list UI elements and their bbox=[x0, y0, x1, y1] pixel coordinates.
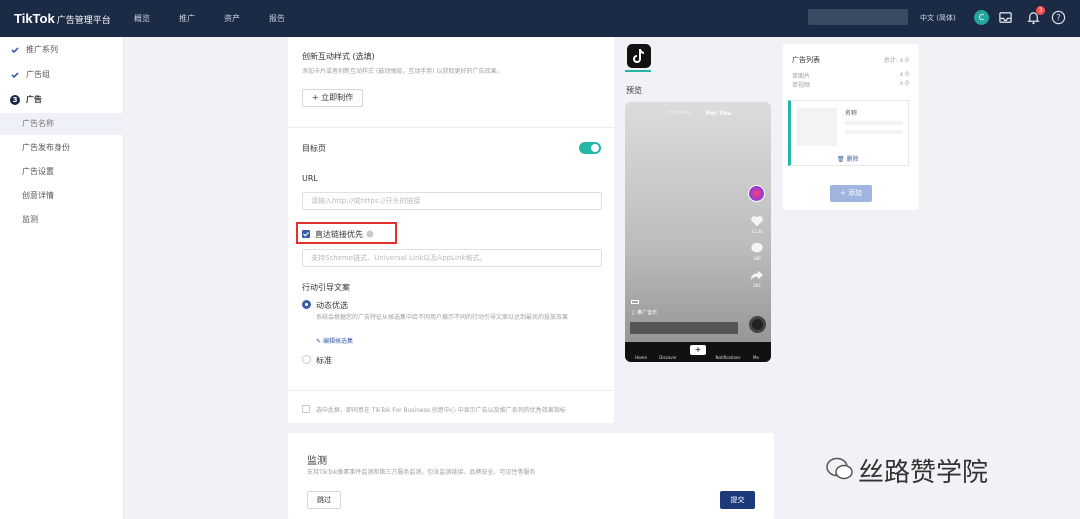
add-ad-button[interactable]: + 添加 bbox=[830, 185, 872, 202]
edit-candidates-link[interactable]: ✎ 编辑候选集 bbox=[316, 336, 353, 345]
interactive-desc: 添加卡片或者创新互动样式 (鼓动弹层，互动手势) 以获取更好的广告效果。 bbox=[302, 68, 503, 75]
interactive-title: 创新互动样式 (选填) bbox=[302, 52, 375, 61]
target-page-label: 目标页 bbox=[302, 144, 326, 153]
monitor-desc: 支持TikTok像素事件监测和第三方服务监测，包含监测链接、品牌安全、可见性等服… bbox=[307, 469, 536, 476]
check-icon bbox=[11, 47, 19, 54]
ad-list-card: 广告列表 总计: x 0 单图片 x 0 单视频 x 0 名称 🗑 删除 + 添… bbox=[783, 44, 919, 210]
language-selector[interactable]: 中文 (简体) bbox=[920, 13, 956, 23]
phone-preview: Following For You 11.2k 186 202 ♫ 推广音乐 H… bbox=[625, 102, 771, 362]
svg-text:?: ? bbox=[1056, 12, 1060, 22]
cta-standard-label: 标准 bbox=[316, 356, 332, 365]
heart-icon[interactable] bbox=[750, 214, 764, 228]
comment-count: 186 bbox=[753, 256, 761, 261]
cta-dynamic-desc: 系统会根据您的广告特征从候选集中给不同用户展示不同的行动引导文案以达到最优的投放… bbox=[316, 314, 569, 321]
card-icon bbox=[631, 300, 639, 304]
placeholder-line bbox=[845, 121, 903, 125]
monitor-title: 监测 bbox=[307, 456, 327, 467]
deeplink-input[interactable]: 支持Scheme链式、Universal Link以及AppLink格式。 bbox=[302, 249, 602, 267]
phone-bottom-nav: Home Discover + Notifications Me bbox=[625, 342, 771, 362]
sidebar-item-ad-settings[interactable]: 广告设置 bbox=[0, 161, 124, 183]
nav-notifications[interactable]: Notifications bbox=[713, 355, 743, 360]
music-disc[interactable] bbox=[749, 316, 766, 333]
account-selector[interactable] bbox=[808, 9, 908, 25]
consent-text: 选中此框，即同意在 TikTok For Business 创意中心 中显示广告… bbox=[316, 407, 566, 414]
tiktok-logo[interactable]: TikTok 广告管理平台 bbox=[14, 11, 111, 26]
placeholder-line bbox=[845, 130, 903, 134]
sidebar-item-adgroup[interactable]: 广告组 bbox=[0, 64, 124, 86]
single-image-count: x 0 bbox=[899, 71, 909, 78]
for-you-tab[interactable]: For You bbox=[706, 110, 731, 117]
cta-dynamic-radio[interactable] bbox=[302, 300, 311, 309]
nav-me[interactable]: Me bbox=[747, 355, 765, 360]
consent-checkbox[interactable] bbox=[302, 405, 310, 413]
single-video-count: x 0 bbox=[899, 80, 909, 87]
help-icon[interactable]: ? bbox=[1051, 10, 1066, 25]
tiktok-app-icon[interactable] bbox=[627, 44, 651, 68]
deeplink-checkbox[interactable] bbox=[302, 230, 310, 238]
watermark-text: 丝路赞学院 bbox=[858, 458, 989, 488]
monitor-card: 监测 支持TikTok像素事件监测和第三方服务监测，包含监测链接、品牌安全、可见… bbox=[288, 433, 774, 519]
sidebar-item-ad[interactable]: 3 广告 bbox=[0, 89, 124, 111]
music-label: ♫ 推广音乐 bbox=[631, 310, 658, 316]
submit-button[interactable]: 提交 bbox=[720, 491, 755, 509]
cta-label: 行动引导文案 bbox=[302, 283, 350, 292]
url-input[interactable]: 请输入http://或https://开头的链接 bbox=[302, 192, 602, 210]
top-bar: TikTok 广告管理平台 概览 推广 资产 报告 中文 (简体) C 3 ? bbox=[0, 0, 1080, 37]
sidebar-item-campaign[interactable]: 推广系列 bbox=[0, 39, 124, 61]
make-now-button[interactable]: + 立即制作 bbox=[302, 89, 363, 107]
cta-bar[interactable] bbox=[630, 322, 738, 334]
delete-link[interactable]: 🗑 删除 bbox=[837, 154, 859, 163]
like-count: 11.2k bbox=[751, 229, 763, 234]
ad-list-item[interactable]: 名称 🗑 删除 bbox=[788, 100, 909, 166]
sidebar-item-monitor[interactable]: 监测 bbox=[0, 209, 124, 231]
step-sidebar: 推广系列 广告组 3 广告 广告名称 广告发布身份 广告设置 创意详情 监测 bbox=[0, 37, 124, 519]
nav-overview[interactable]: 概览 bbox=[134, 13, 150, 24]
ad-thumbnail bbox=[797, 108, 837, 146]
creator-avatar[interactable] bbox=[748, 185, 765, 202]
step-number: 3 bbox=[10, 95, 20, 105]
info-icon[interactable] bbox=[366, 230, 374, 238]
ad-list-title: 广告列表 bbox=[792, 56, 820, 64]
avatar[interactable]: C bbox=[974, 10, 989, 25]
nav-assets[interactable]: 资产 bbox=[224, 13, 240, 24]
single-image-label: 单图片 bbox=[792, 73, 811, 80]
share-count: 202 bbox=[753, 283, 761, 288]
check-icon bbox=[11, 72, 19, 79]
ad-item-name: 名称 bbox=[845, 110, 858, 117]
nav-discover[interactable]: Discover bbox=[657, 355, 679, 360]
url-label: URL bbox=[302, 174, 318, 183]
single-video-label: 单视频 bbox=[792, 82, 811, 89]
divider bbox=[288, 127, 614, 128]
cta-dynamic-label: 动态优选 bbox=[316, 301, 348, 310]
nav-promote[interactable]: 推广 bbox=[179, 13, 195, 24]
ad-list-total: 总计: x 0 bbox=[883, 57, 909, 64]
wechat-logo-icon bbox=[826, 457, 853, 480]
skip-button[interactable]: 跳过 bbox=[307, 491, 341, 509]
target-page-toggle[interactable] bbox=[579, 142, 601, 154]
divider bbox=[288, 390, 614, 391]
following-tab[interactable]: Following bbox=[668, 110, 691, 116]
nav-create[interactable]: + bbox=[690, 345, 706, 355]
cta-standard-radio[interactable] bbox=[302, 355, 311, 364]
inbox-icon[interactable] bbox=[998, 10, 1013, 25]
ad-form-card: 创新互动样式 (选填) 添加卡片或者创新互动样式 (鼓动弹层，互动手势) 以获取… bbox=[288, 37, 614, 423]
sidebar-item-ad-name[interactable]: 广告名称 bbox=[0, 113, 124, 135]
deeplink-label: 直达链接优先 bbox=[315, 230, 363, 239]
preview-tab-indicator bbox=[625, 70, 651, 72]
notification-badge: 3 bbox=[1036, 6, 1045, 15]
sidebar-item-identity[interactable]: 广告发布身份 bbox=[0, 137, 124, 159]
share-icon[interactable] bbox=[750, 268, 764, 282]
preview-label: 预览 bbox=[626, 86, 642, 95]
nav-reports[interactable]: 报告 bbox=[269, 13, 285, 24]
nav-home[interactable]: Home bbox=[631, 355, 651, 360]
comment-icon[interactable] bbox=[750, 241, 764, 255]
sidebar-item-creative[interactable]: 创意详情 bbox=[0, 185, 124, 207]
